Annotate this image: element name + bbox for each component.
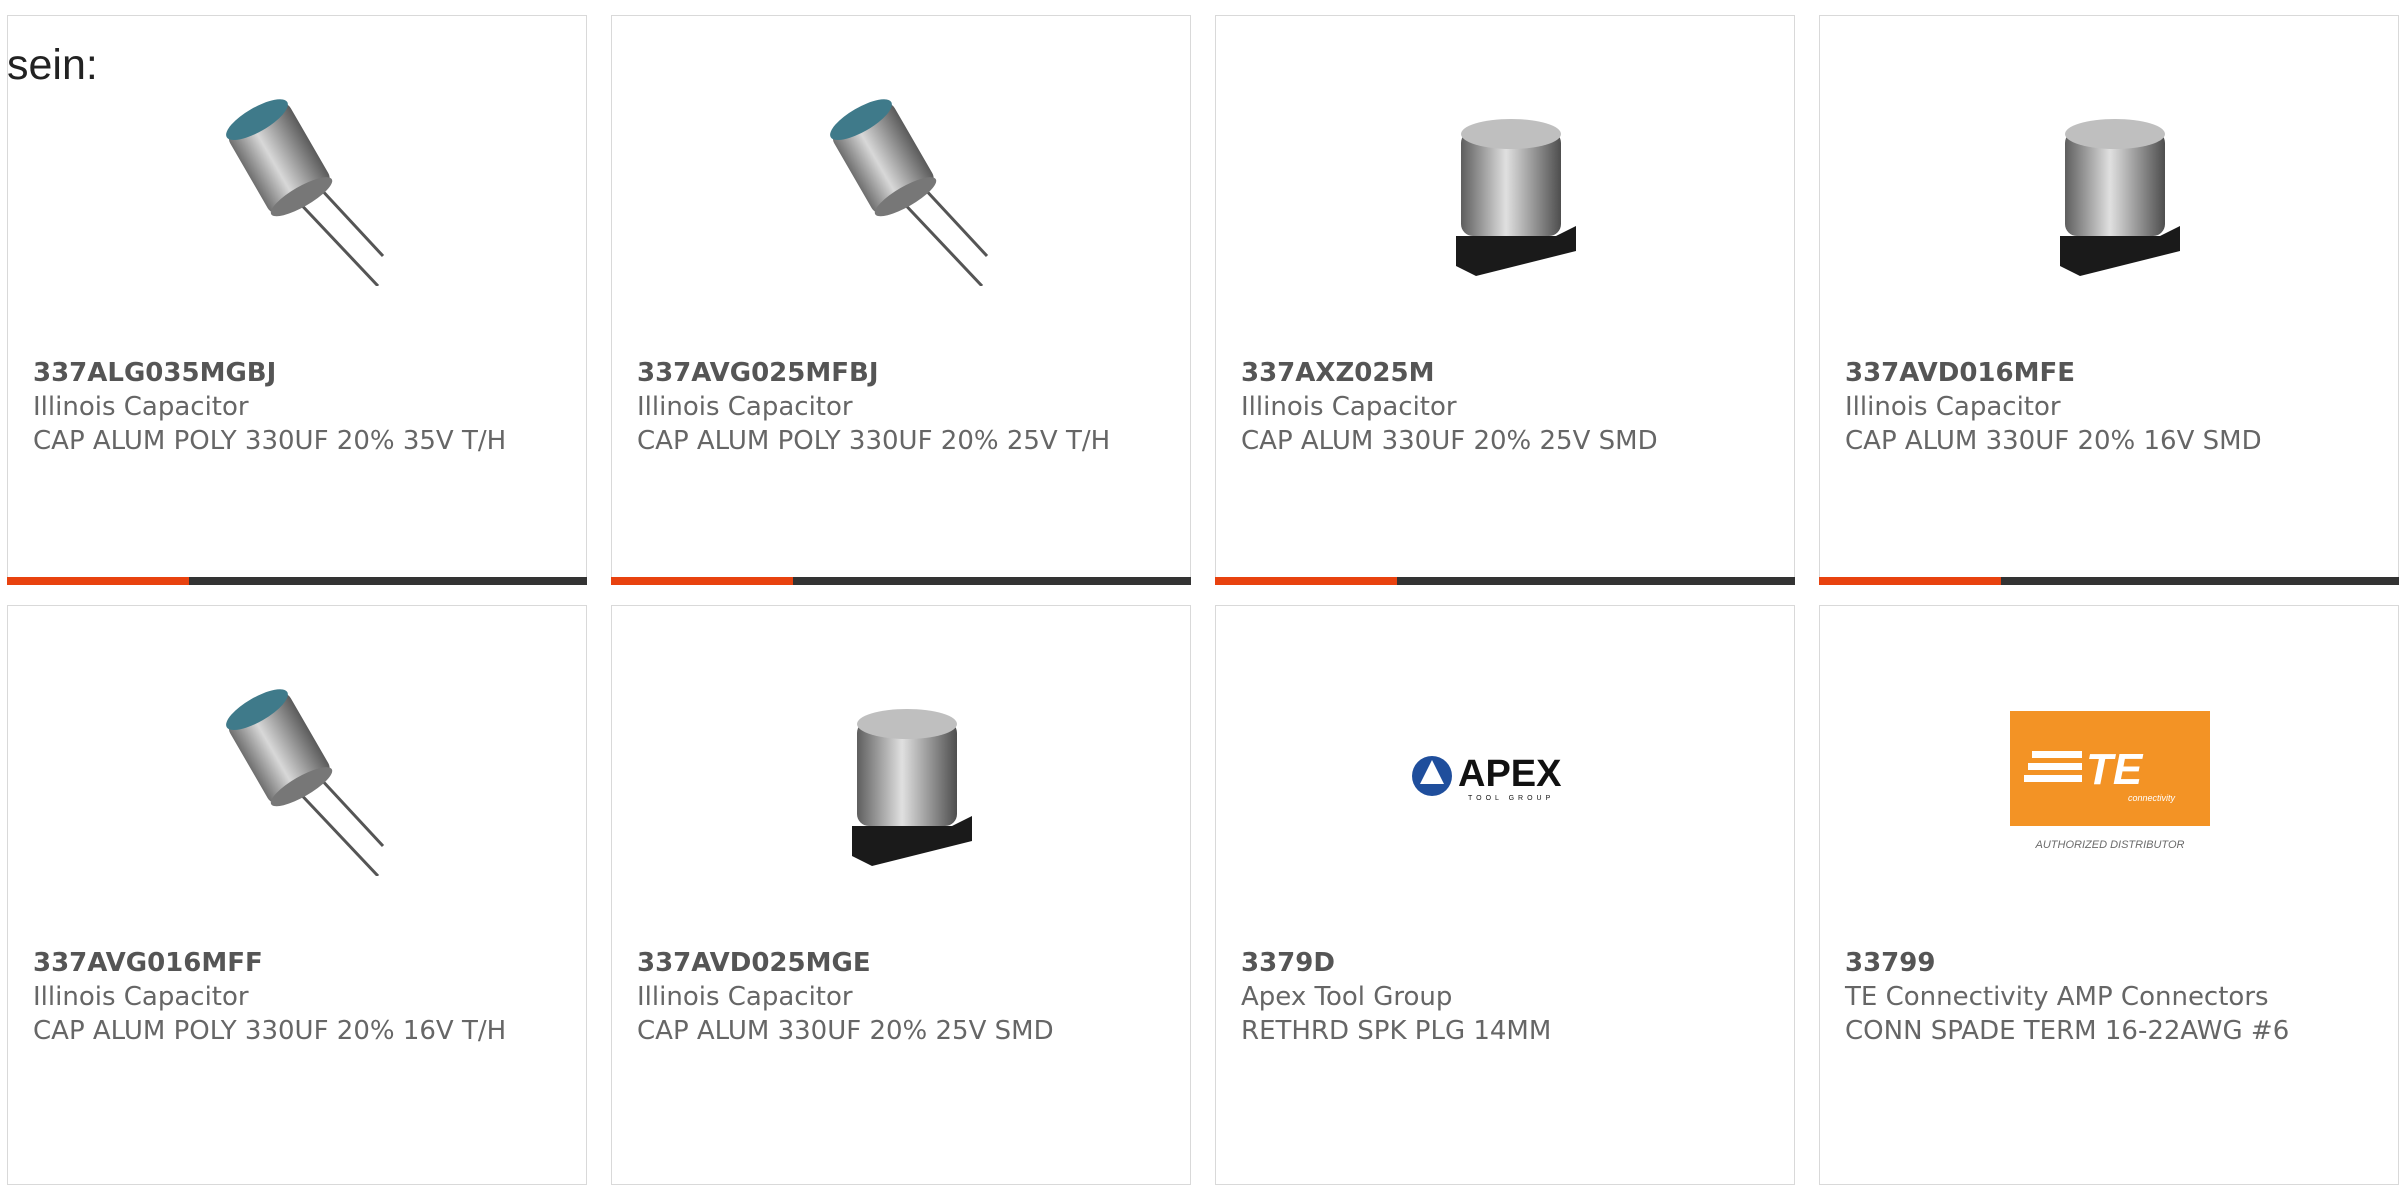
- apex-logo-icon: APEX TOOL GROUP: [1412, 753, 1562, 802]
- product-info: 3379D Apex Tool Group RETHRD SPK PLG 14M…: [1241, 946, 1721, 1048]
- product-image[interactable]: [802, 86, 1002, 286]
- manufacturer: Illinois Capacitor: [637, 982, 853, 1012]
- manufacturer: TE Connectivity AMP Connectors: [1845, 982, 2269, 1012]
- part-number[interactable]: 337AVG016MFF: [33, 946, 513, 980]
- manufacturer: Apex Tool Group: [1241, 982, 1453, 1012]
- manufacturer: Illinois Capacitor: [1845, 392, 2061, 422]
- product-info: 337AXZ025M Illinois Capacitor CAP ALUM 3…: [1241, 356, 1721, 458]
- product-image[interactable]: [2010, 86, 2210, 286]
- radial-capacitor-icon: [226, 99, 385, 286]
- product-info: 337AVG016MFF Illinois Capacitor CAP ALUM…: [33, 946, 513, 1048]
- manufacturer: Illinois Capacitor: [33, 982, 249, 1012]
- lead-text: sein:: [7, 41, 98, 89]
- radial-capacitor-icon: [226, 689, 385, 876]
- manufacturer: Illinois Capacitor: [1241, 392, 1457, 422]
- product-info: 33799 TE Connectivity AMP Connectors CON…: [1845, 946, 2325, 1048]
- svg-text:TE: TE: [2086, 745, 2144, 794]
- description: CAP ALUM POLY 330UF 20% 16V T/H: [33, 1016, 507, 1046]
- product-card[interactable]: TE connectivity AUTHORIZED DISTRIBUTOR 3…: [1819, 605, 2399, 1185]
- product-info: 337AVD025MGE Illinois Capacitor CAP ALUM…: [637, 946, 1117, 1048]
- product-card[interactable]: 337AXZ025M Illinois Capacitor CAP ALUM 3…: [1215, 15, 1795, 585]
- product-card[interactable]: 337AVG016MFF Illinois Capacitor CAP ALUM…: [7, 605, 587, 1185]
- product-image[interactable]: [802, 676, 1002, 876]
- progress-bar: [611, 577, 1191, 585]
- smd-capacitor-icon: [852, 709, 972, 866]
- part-number[interactable]: 337AVD016MFE: [1845, 356, 2325, 390]
- description: RETHRD SPK PLG 14MM: [1241, 1016, 1552, 1046]
- manufacturer: Illinois Capacitor: [33, 392, 249, 422]
- radial-capacitor-icon: [830, 99, 989, 286]
- product-card[interactable]: 337AVD016MFE Illinois Capacitor CAP ALUM…: [1819, 15, 2399, 585]
- product-image[interactable]: [198, 86, 398, 286]
- description: CAP ALUM POLY 330UF 20% 25V T/H: [637, 426, 1111, 456]
- product-info: 337AVG025MFBJ Illinois Capacitor CAP ALU…: [637, 356, 1117, 458]
- description: CAP ALUM POLY 330UF 20% 35V T/H: [33, 426, 507, 456]
- part-number[interactable]: 337AVG025MFBJ: [637, 356, 1117, 390]
- part-number[interactable]: 337ALG035MGBJ: [33, 356, 513, 390]
- progress-bar: [1215, 577, 1795, 585]
- manufacturer: Illinois Capacitor: [637, 392, 853, 422]
- part-number[interactable]: 337AXZ025M: [1241, 356, 1721, 390]
- product-card[interactable]: 337AVG025MFBJ Illinois Capacitor CAP ALU…: [611, 15, 1191, 585]
- progress-bar: [1819, 577, 2399, 585]
- part-number[interactable]: 337AVD025MGE: [637, 946, 1117, 980]
- product-image[interactable]: [198, 676, 398, 876]
- part-number[interactable]: 3379D: [1241, 946, 1721, 980]
- product-image[interactable]: APEX TOOL GROUP: [1406, 676, 1606, 876]
- product-image[interactable]: [1406, 86, 1606, 286]
- svg-text:APEX: APEX: [1458, 753, 1562, 795]
- description: CAP ALUM 330UF 20% 16V SMD: [1845, 426, 2262, 456]
- svg-text:connectivity: connectivity: [2128, 793, 2176, 803]
- description: CAP ALUM 330UF 20% 25V SMD: [637, 1016, 1054, 1046]
- smd-capacitor-icon: [2060, 119, 2180, 276]
- product-image[interactable]: TE connectivity AUTHORIZED DISTRIBUTOR: [2010, 676, 2210, 876]
- te-logo-icon: TE connectivity AUTHORIZED DISTRIBUTOR: [2010, 711, 2210, 851]
- product-info: 337ALG035MGBJ Illinois Capacitor CAP ALU…: [33, 356, 513, 458]
- product-card[interactable]: 337ALG035MGBJ Illinois Capacitor CAP ALU…: [7, 15, 587, 585]
- svg-text:TOOL GROUP: TOOL GROUP: [1468, 795, 1554, 802]
- part-number[interactable]: 33799: [1845, 946, 2325, 980]
- progress-bar: [7, 577, 587, 585]
- product-card[interactable]: APEX TOOL GROUP 3379D Apex Tool Group RE…: [1215, 605, 1795, 1185]
- product-card[interactable]: 337AVD025MGE Illinois Capacitor CAP ALUM…: [611, 605, 1191, 1185]
- product-info: 337AVD016MFE Illinois Capacitor CAP ALUM…: [1845, 356, 2325, 458]
- description: CONN SPADE TERM 16-22AWG #6: [1845, 1016, 2290, 1046]
- product-grid: 337ALG035MGBJ Illinois Capacitor CAP ALU…: [0, 0, 2400, 1185]
- smd-capacitor-icon: [1456, 119, 1576, 276]
- svg-text:AUTHORIZED DISTRIBUTOR: AUTHORIZED DISTRIBUTOR: [2035, 839, 2185, 851]
- description: CAP ALUM 330UF 20% 25V SMD: [1241, 426, 1658, 456]
